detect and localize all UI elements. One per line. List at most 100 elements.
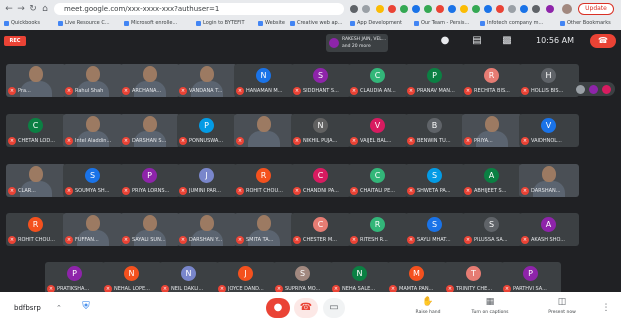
participant-tile[interactable]: C × CHAITALI PE...	[348, 164, 408, 197]
participant-tile[interactable]: S × SAYLI MHAT...	[405, 213, 465, 246]
bookmark-item[interactable]: App Development	[350, 18, 402, 29]
participant-tile[interactable]: A × ABHIJEET S...	[462, 164, 522, 197]
present-now-button[interactable]: ◫ Present now	[532, 295, 592, 321]
activities-icon[interactable]: ▩	[500, 34, 514, 48]
extension-icon[interactable]	[400, 5, 408, 13]
participant-tile[interactable]: V × VAIJEL BAL...	[348, 114, 408, 147]
participant-tile[interactable]: V × VAIDHNOL...	[519, 114, 579, 147]
back-icon[interactable]: ←	[4, 2, 14, 16]
participant-tile[interactable]: P × PRANAV MAN...	[405, 64, 465, 97]
star-icon[interactable]	[362, 5, 370, 13]
participant-tile[interactable]: P × PONNUSWA...	[177, 114, 237, 147]
participant-tile[interactable]: C × CLAUDIA AN...	[348, 64, 408, 97]
extension-icon[interactable]	[532, 5, 540, 13]
chat-icon[interactable]: ▤	[470, 34, 484, 48]
participant-tile[interactable]: ×	[234, 114, 294, 147]
participant-tile[interactable]: A × AKASH SHO...	[519, 213, 579, 246]
participant-tile[interactable]: P × PARTHVI SA...	[501, 262, 561, 295]
presenter-chip[interactable]: RAKESH JAIN, VEL... and 20 more	[326, 34, 388, 52]
extension-icon[interactable]	[520, 5, 528, 13]
participant-tile[interactable]: P × PRATIKSHA...	[45, 262, 105, 295]
participant-tile[interactable]: P × PRIYA LORNS...	[120, 164, 180, 197]
participant-tile[interactable]: × ARCHANA...	[120, 64, 180, 97]
bookmark-item[interactable]: Other Bookmarks	[560, 18, 611, 29]
participant-tile[interactable]: × DARSHAN S...	[120, 114, 180, 147]
participant-tile[interactable]: N × HANAMAN M...	[234, 64, 294, 97]
participant-tile[interactable]: R × RITESH R...	[348, 213, 408, 246]
extension-icon[interactable]	[508, 5, 516, 13]
bookmark-item[interactable]: Microsoft enrolle...	[124, 18, 177, 29]
reload-icon[interactable]: ↻	[28, 2, 38, 16]
leave-call-button[interactable]: ☎	[294, 298, 318, 318]
participant-tile[interactable]: × VANDANA T...	[177, 64, 237, 97]
bookmark-item[interactable]: Website	[258, 18, 285, 29]
participant-tile[interactable]: T × TRINITY CHE...	[444, 262, 504, 295]
participant-tile[interactable]: H × HOLLIS BIS...	[519, 64, 579, 97]
extension-icon[interactable]	[496, 5, 504, 13]
participant-tile[interactable]: C × CHETAN LOD...	[6, 114, 66, 147]
participant-tile[interactable]: S × PILUSSA SA...	[462, 213, 522, 246]
mic-off-icon: ×	[179, 87, 187, 95]
participant-tile[interactable]: N × NEIL DAKLI...	[159, 262, 219, 295]
profile-avatar[interactable]	[562, 4, 572, 14]
participant-tile[interactable]: R × RECHITA BIS...	[462, 64, 522, 97]
participant-tile[interactable]: × CLAR...	[6, 164, 66, 197]
bookmark-item[interactable]: Quickbooks	[4, 18, 40, 29]
more-options-icon[interactable]: ⋮	[601, 301, 611, 315]
participant-tile[interactable]: J × JOYCE DAND...	[216, 262, 276, 295]
extension-icon[interactable]	[376, 5, 384, 13]
captions-button[interactable]: ▦ Turn on captions	[460, 295, 520, 321]
camera-icon[interactable]	[350, 5, 358, 13]
participant-tile[interactable]: N × NEHA SALE...	[330, 262, 390, 295]
extension-icon[interactable]	[448, 5, 456, 13]
participant-tile[interactable]: × Intel Aladdin...	[63, 114, 123, 147]
participant-overflow[interactable]	[573, 82, 615, 96]
participant-tile[interactable]: N × NEHAL LOPE...	[102, 262, 162, 295]
extension-icon[interactable]	[436, 5, 444, 13]
participant-tile[interactable]: × DARSHAN Y...	[177, 213, 237, 246]
participant-tile[interactable]: M × MAMTA PAN...	[387, 262, 447, 295]
raise-hand-button[interactable]: ✋ Raise hand	[398, 295, 458, 321]
home-icon[interactable]: ⌂	[40, 2, 50, 16]
participant-tile[interactable]: × SAYALI SUN...	[120, 213, 180, 246]
forward-icon[interactable]: →	[16, 2, 26, 16]
participant-tile[interactable]: × PRIYA...	[462, 114, 522, 147]
participant-tile[interactable]: S × SHWETA PA...	[405, 164, 465, 197]
extension-icon[interactable]	[412, 5, 420, 13]
bookmark-item[interactable]: Our Team - Persis...	[414, 18, 469, 29]
chevron-up-icon[interactable]: ⌃	[56, 302, 62, 314]
shield-icon[interactable]: ⛨	[80, 300, 92, 314]
participant-tile[interactable]: × DARSHAN...	[519, 164, 579, 197]
bookmark-item[interactable]: Login to BYTEFIT	[196, 18, 245, 29]
extension-icon[interactable]	[460, 5, 468, 13]
participant-tile[interactable]: S × SUPRIYA MO...	[273, 262, 333, 295]
leave-call-icon[interactable]: ☎	[590, 34, 616, 48]
participant-tile[interactable]: C × CHANDNI PA...	[291, 164, 351, 197]
address-bar[interactable]: meet.google.com/xxx-xxxx-xxx?authuser=1	[54, 3, 344, 15]
participant-avatar: N	[352, 266, 367, 281]
participant-tile[interactable]: J × JUMINI PAR...	[177, 164, 237, 197]
participant-tile[interactable]: × FUFFAN...	[63, 213, 123, 246]
extension-icon[interactable]	[546, 5, 554, 13]
bookmark-item[interactable]: Infotech company m...	[480, 18, 543, 29]
extension-icon[interactable]	[424, 5, 432, 13]
participant-tile[interactable]: N × NIKHIL PUJA...	[291, 114, 351, 147]
participant-tile[interactable]: × SMITA TA...	[234, 213, 294, 246]
participant-tile[interactable]: × Rahul Shah	[63, 64, 123, 97]
participant-tile[interactable]: R × ROHIT CHOU...	[6, 213, 66, 246]
extension-icon[interactable]	[472, 5, 480, 13]
participant-tile[interactable]: B × BENWIN TU...	[405, 114, 465, 147]
participant-tile[interactable]: × Pra...	[6, 64, 66, 97]
mic-off-button[interactable]: ●	[266, 298, 290, 318]
participant-tile[interactable]: S × SOUMYA SH...	[63, 164, 123, 197]
extension-icon[interactable]	[388, 5, 396, 13]
present-screen-button[interactable]: ▭	[323, 298, 345, 318]
people-icon[interactable]: ●	[438, 34, 452, 48]
participant-tile[interactable]: C × CHESTER M...	[291, 213, 351, 246]
bookmark-item[interactable]: Live Resource C...	[58, 18, 110, 29]
bookmark-item[interactable]: Creative web ap...	[290, 18, 343, 29]
update-button[interactable]: Update	[578, 3, 614, 15]
participant-tile[interactable]: R × ROHIT CHOU...	[234, 164, 294, 197]
participant-tile[interactable]: S × SIDDHANT S...	[291, 64, 351, 97]
extension-icon[interactable]	[484, 5, 492, 13]
